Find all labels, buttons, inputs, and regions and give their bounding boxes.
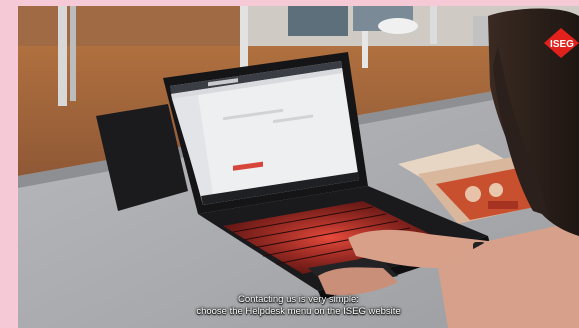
caption-line-2: choose the Helpdesk menu on the ISEG web… (196, 306, 401, 317)
video-caption: Contacting us is very simple: choose the… (18, 294, 579, 318)
iseg-logo-icon: ISEG (544, 28, 579, 58)
video-frame: Contacting us is very simple: choose the… (18, 6, 579, 328)
iseg-logo: ISEG (544, 28, 579, 58)
caption-line-1: Contacting us is very simple: (238, 294, 359, 305)
logo-text: ISEG (550, 39, 574, 50)
video-still (18, 6, 579, 328)
